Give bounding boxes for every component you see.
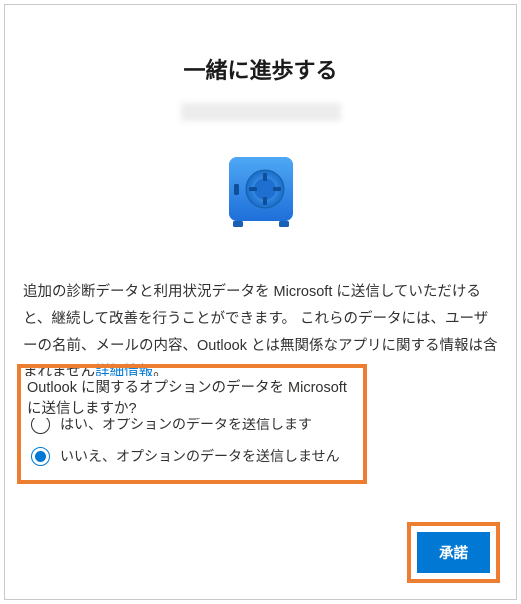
radio-dot — [35, 451, 46, 462]
accept-button[interactable]: 承諾 — [417, 532, 490, 573]
options-highlight-box: Outlook に関するオプションのデータを Microsoft に送信しますか… — [17, 364, 367, 484]
radio-icon-selected — [31, 447, 50, 466]
safe-icon-container — [23, 151, 498, 231]
option-no[interactable]: いいえ、オプションのデータを送信しません — [27, 440, 357, 472]
privacy-dialog: 一緒に進歩する — [4, 4, 517, 600]
dialog-footer: 承諾 — [407, 522, 500, 583]
safe-icon — [221, 151, 301, 231]
account-email-blurred — [181, 103, 341, 121]
option-yes[interactable]: はい、オプションのデータを送信します — [27, 408, 357, 440]
option-no-label: いいえ、オプションのデータを送信しません — [60, 446, 340, 466]
option-yes-label: はい、オプションのデータを送信します — [60, 414, 312, 434]
radio-icon — [31, 415, 50, 434]
accept-highlight-box: 承諾 — [407, 522, 500, 583]
dialog-title: 一緒に進歩する — [23, 53, 498, 85]
